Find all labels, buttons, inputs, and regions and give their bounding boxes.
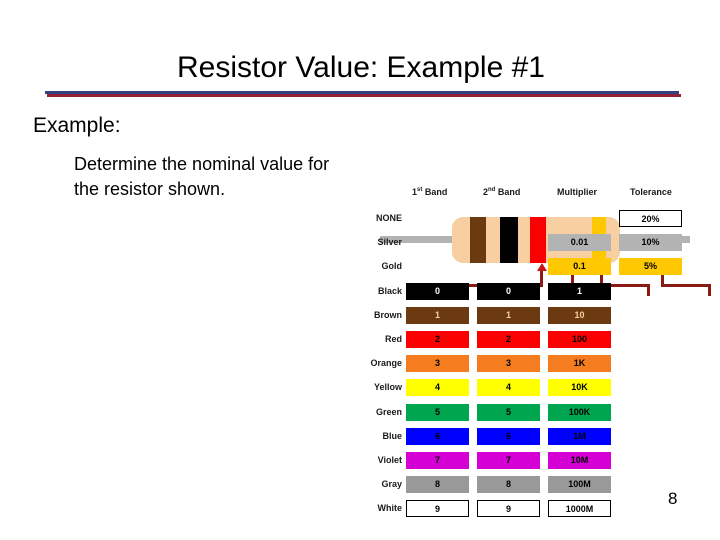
table-row: Red 2 2 100	[360, 330, 685, 354]
cell-band2: 0	[477, 282, 540, 300]
cell-multiplier: 100K	[548, 403, 611, 421]
title-divider	[45, 91, 681, 97]
cell-multiplier: 10K	[548, 379, 611, 397]
cell-band2: 9	[477, 500, 540, 518]
row-color-label: White	[377, 503, 403, 514]
row-color-label: Orange	[370, 358, 402, 369]
table-row: Silver 0.01 10%	[360, 233, 685, 257]
cell-band2: 6	[477, 427, 540, 445]
cell-multiplier: 0.01	[548, 234, 611, 252]
cell-multiplier: 1	[548, 282, 611, 300]
divider-red-line	[47, 94, 681, 97]
row-color-label: Black	[377, 285, 402, 296]
cell-band2: 8	[477, 476, 540, 494]
cell-band2: 7	[477, 451, 540, 469]
cell-band2: 4	[477, 379, 540, 397]
table-row: Gold 0.1 5%	[360, 257, 685, 281]
cell-band1: 2	[406, 330, 469, 348]
cell-multiplier: 10	[548, 306, 611, 324]
cell-multiplier: 1K	[548, 355, 611, 373]
row-color-label: Gray	[381, 479, 402, 490]
cell-band1: 1	[406, 306, 469, 324]
cell-tolerance: 10%	[619, 234, 682, 252]
resistor-diagram: 1st Band 2nd Band Multiplier Tolerance	[370, 105, 711, 296]
caption-tolerance: Tolerance	[630, 187, 672, 197]
row-color-label: NONE	[375, 213, 402, 223]
row-color-label: Silver	[377, 237, 402, 248]
band-4-leader-drop	[708, 284, 711, 296]
table-row: Orange 3 3 1K	[360, 354, 685, 378]
row-color-label: Green	[375, 406, 402, 417]
cell-multiplier: 1000M	[548, 500, 611, 518]
table-row: Brown 1 1 10	[360, 306, 685, 330]
cell-tolerance: 5%	[619, 258, 682, 276]
cell-band1: 4	[406, 379, 469, 397]
cell-band1: 6	[406, 427, 469, 445]
cell-multiplier: 100	[548, 330, 611, 348]
caption-first-band: 1st Band	[412, 187, 448, 197]
row-color-label: Yellow	[373, 382, 402, 393]
table-row: NONE 20%	[360, 209, 685, 233]
example-description: Determine the nominal value for the resi…	[74, 154, 330, 199]
cell-band2: 5	[477, 403, 540, 421]
cell-multiplier: 0.1	[548, 258, 611, 276]
table-row: Gray 8 8 100M	[360, 475, 685, 499]
cell-band2: 1	[477, 306, 540, 324]
caption-second-band: 2nd Band	[483, 187, 521, 197]
table-row: Black 0 0 1	[360, 282, 685, 306]
cell-multiplier: 100M	[548, 476, 611, 494]
cell-multiplier: 1M	[548, 427, 611, 445]
cell-band1: 3	[406, 355, 469, 373]
cell-band1: 7	[406, 451, 469, 469]
cell-band2: 2	[477, 330, 540, 348]
resistor-color-code-table: NONE 20% Silver 0.01 10% Gold 0.1 5% Black 0 0 1 Bro…	[360, 209, 685, 523]
caption-multiplier: Multiplier	[557, 187, 597, 197]
table-row: White 9 9 1000M	[360, 499, 685, 523]
row-color-label: Violet	[377, 454, 402, 465]
cell-multiplier: 10M	[548, 451, 611, 469]
cell-band2: 3	[477, 355, 540, 373]
row-color-label: Brown	[374, 309, 402, 320]
cell-band1: 8	[406, 476, 469, 494]
example-heading: Example:	[33, 114, 121, 137]
cell-band1: 9	[406, 500, 469, 518]
row-color-label: Gold	[381, 261, 403, 272]
cell-band1: 5	[406, 403, 469, 421]
page-title: Resistor Value: Example #1	[177, 51, 545, 84]
row-color-label: Blue	[382, 430, 402, 441]
row-color-label: Red	[384, 333, 402, 344]
cell-band1: 0	[406, 282, 469, 300]
table-row: Blue 6 6 1M	[360, 427, 685, 451]
cell-tolerance: 20%	[619, 210, 682, 227]
page-number: 8	[668, 489, 678, 508]
table-row: Violet 7 7 10M	[360, 451, 685, 475]
table-row: Green 5 5 100K	[360, 403, 685, 427]
table-row: Yellow 4 4 10K	[360, 378, 685, 402]
